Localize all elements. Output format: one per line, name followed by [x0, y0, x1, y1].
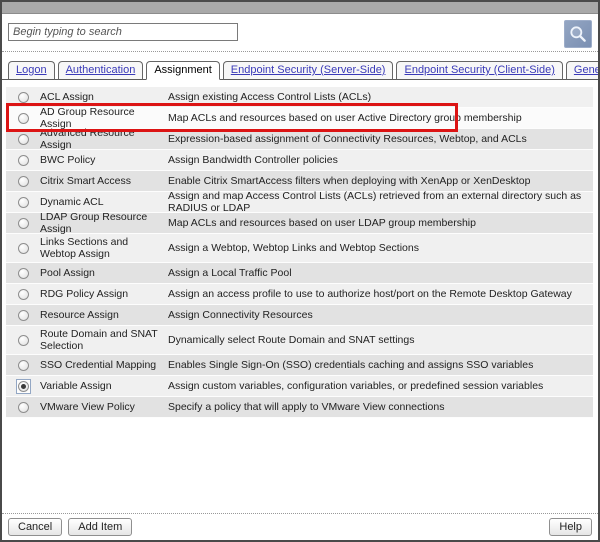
radio-button[interactable] [18, 243, 29, 254]
agent-description: Assign custom variables, configuration v… [168, 380, 593, 392]
agent-description: Specify a policy that will apply to VMwa… [168, 401, 593, 413]
list-item-bwc-policy[interactable]: BWC Policy Assign Bandwidth Controller p… [6, 150, 593, 171]
radio-button[interactable] [18, 176, 29, 187]
list-item-acl-assign[interactable]: ACL Assign Assign existing Access Contro… [6, 87, 593, 108]
agent-description: Expression-based assignment of Connectiv… [168, 133, 593, 145]
list-item-variable-assign[interactable]: Variable Assign Assign custom variables,… [6, 376, 593, 397]
radio-button[interactable] [18, 335, 29, 346]
tab-endpoint-security-server-side[interactable]: Endpoint Security (Server-Side) [223, 61, 394, 80]
radio-button[interactable] [18, 218, 29, 229]
agent-description: Assign Connectivity Resources [168, 309, 593, 321]
tab-general-purpose[interactable]: General Purpose [566, 61, 600, 80]
tab-endpoint-security-client-side-label: Endpoint Security (Client-Side) [404, 64, 554, 76]
agent-description: Assign a Webtop, Webtop Links and Webtop… [168, 242, 593, 254]
agent-name: Advanced Resource Assign [40, 127, 168, 151]
radio-button[interactable] [18, 268, 29, 279]
agent-name: Variable Assign [40, 380, 168, 392]
agent-description: Assign Bandwidth Controller policies [168, 154, 593, 166]
tab-endpoint-security-server-side-label: Endpoint Security (Server-Side) [231, 64, 386, 76]
list-item-ldap-group-resource-assign[interactable]: LDAP Group Resource Assign Map ACLs and … [6, 213, 593, 234]
radio-button[interactable] [18, 155, 29, 166]
tab-general-purpose-label: General Purpose [574, 64, 600, 76]
radio-button[interactable] [18, 289, 29, 300]
agent-description: Assign an access profile to use to autho… [168, 288, 593, 300]
list-item-resource-assign[interactable]: Resource Assign Assign Connectivity Reso… [6, 305, 593, 326]
radio-button[interactable] [18, 197, 29, 208]
tab-endpoint-security-client-side[interactable]: Endpoint Security (Client-Side) [396, 61, 562, 80]
radio-button[interactable] [18, 134, 29, 145]
tab-logon-label: Logon [16, 64, 47, 76]
search-input[interactable] [8, 23, 238, 41]
list-item-links-sections-webtop-assign[interactable]: Links Sections and Webtop Assign Assign … [6, 234, 593, 263]
tab-logon[interactable]: Logon [8, 61, 55, 80]
window-titlebar [2, 2, 598, 14]
add-item-button[interactable]: Add Item [68, 518, 132, 536]
agent-name: Dynamic ACL [40, 196, 168, 208]
list-item-pool-assign[interactable]: Pool Assign Assign a Local Traffic Pool [6, 263, 593, 284]
agent-name: Links Sections and Webtop Assign [40, 236, 168, 260]
tab-authentication-label: Authentication [66, 64, 136, 76]
agent-description: Enables Single Sign-On (SSO) credentials… [168, 359, 593, 371]
add-item-dialog: Logon Authentication Assignment Endpoint… [0, 0, 600, 542]
tab-assignment-label: Assignment [154, 64, 211, 76]
list-item-vmware-view-policy[interactable]: VMware View Policy Specify a policy that… [6, 397, 593, 418]
list-item-advanced-resource-assign[interactable]: Advanced Resource Assign Expression-base… [6, 129, 593, 150]
list-item-route-domain-snat-selection[interactable]: Route Domain and SNAT Selection Dynamica… [6, 326, 593, 355]
agent-name: LDAP Group Resource Assign [40, 211, 168, 235]
agent-name: ACL Assign [40, 91, 168, 103]
agent-name: Pool Assign [40, 267, 168, 279]
list-item-citrix-smart-access[interactable]: Citrix Smart Access Enable Citrix SmartA… [6, 171, 593, 192]
search-button[interactable] [564, 20, 592, 48]
tab-bar: Logon Authentication Assignment Endpoint… [2, 61, 598, 80]
cancel-button[interactable]: Cancel [8, 518, 62, 536]
search-icon [568, 24, 588, 44]
tab-assignment[interactable]: Assignment [146, 61, 219, 80]
list-item-rdg-policy-assign[interactable]: RDG Policy Assign Assign an access profi… [6, 284, 593, 305]
agent-description: Assign existing Access Control Lists (AC… [168, 91, 593, 103]
radio-button[interactable] [18, 113, 29, 124]
agent-description: Map ACLs and resources based on user LDA… [168, 217, 593, 229]
radio-button[interactable] [18, 92, 29, 103]
radio-button[interactable] [18, 360, 29, 371]
agent-description: Enable Citrix SmartAccess filters when d… [168, 175, 593, 187]
agent-list: ACL Assign Assign existing Access Contro… [6, 87, 593, 418]
list-item-dynamic-acl[interactable]: Dynamic ACL Assign and map Access Contro… [6, 192, 593, 213]
search-bar [2, 14, 598, 52]
agent-name: Resource Assign [40, 309, 168, 321]
agent-name: VMware View Policy [40, 401, 168, 413]
agent-description: Map ACLs and resources based on user Act… [168, 112, 593, 124]
agent-name: RDG Policy Assign [40, 288, 168, 300]
footer-bar: Cancel Add Item Help [2, 513, 598, 540]
agent-description: Dynamically select Route Domain and SNAT… [168, 334, 593, 346]
agent-name: Route Domain and SNAT Selection [40, 328, 168, 352]
agent-name: Citrix Smart Access [40, 175, 168, 187]
radio-button-selected[interactable] [18, 381, 29, 392]
agent-description: Assign and map Access Control Lists (ACL… [168, 190, 593, 214]
agent-description: Assign a Local Traffic Pool [168, 267, 593, 279]
help-button[interactable]: Help [549, 518, 592, 536]
agent-name: SSO Credential Mapping [40, 359, 168, 371]
radio-button[interactable] [18, 310, 29, 321]
radio-button[interactable] [18, 402, 29, 413]
list-item-sso-credential-mapping[interactable]: SSO Credential Mapping Enables Single Si… [6, 355, 593, 376]
agent-name: BWC Policy [40, 154, 168, 166]
list-item-ad-group-resource-assign[interactable]: AD Group Resource Assign Map ACLs and re… [6, 108, 593, 129]
tab-authentication[interactable]: Authentication [58, 61, 144, 80]
